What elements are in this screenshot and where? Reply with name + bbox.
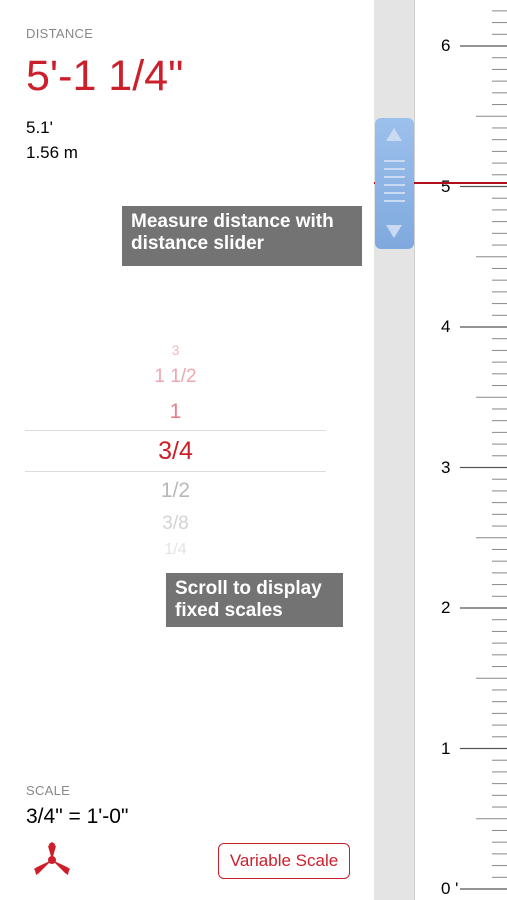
measure-panel: DISTANCE 5'-1 1/4" 5.1' 1.56 m Measure d… bbox=[0, 0, 374, 900]
picker-item[interactable]: 3 bbox=[25, 336, 326, 356]
picker-item[interactable]: 1/4 bbox=[25, 541, 326, 555]
ruler-label: 2 bbox=[441, 598, 453, 618]
ruler-label: 0 ' bbox=[441, 879, 461, 899]
distance-slider-handle[interactable] bbox=[375, 118, 414, 249]
ruler-ticks bbox=[460, 10, 507, 890]
picker-item[interactable]: 3/8 bbox=[25, 513, 326, 535]
ruler: 6 5 4 3 2 1 0 ' bbox=[414, 0, 507, 900]
ruler-label: 4 bbox=[441, 317, 453, 337]
ruler-label: 6 bbox=[441, 36, 453, 56]
picker-selection-top-divider bbox=[25, 430, 326, 431]
scale-value: 3/4" = 1'-0" bbox=[26, 805, 129, 828]
variable-scale-button[interactable]: Variable Scale bbox=[218, 843, 350, 879]
ruler-label: 1 bbox=[441, 738, 453, 759]
tri-blade-logo-icon[interactable] bbox=[33, 842, 71, 883]
distance-meters: 1.56 m bbox=[26, 143, 78, 162]
distance-value: 5'-1 1/4" bbox=[26, 52, 184, 100]
slider-tooltip: Measure distance with distance slider bbox=[122, 206, 362, 266]
ruler-label: 3 bbox=[441, 457, 453, 478]
triangle-up-icon[interactable] bbox=[386, 128, 402, 141]
picker-item-selected[interactable]: 3/4 bbox=[25, 437, 326, 466]
distance-feet-decimal: 5.1' bbox=[26, 118, 53, 137]
picker-item[interactable]: 1 1/2 bbox=[25, 366, 326, 388]
scale-label: SCALE bbox=[26, 783, 71, 798]
picker-selection-bottom-divider bbox=[25, 471, 326, 472]
picker-item[interactable]: 1 bbox=[25, 400, 326, 424]
distance-label: DISTANCE bbox=[26, 26, 94, 41]
triangle-down-icon[interactable] bbox=[386, 225, 402, 238]
ruler-label: 5 bbox=[441, 176, 453, 197]
scroll-tooltip: Scroll to display fixed scales bbox=[166, 573, 343, 627]
picker-item[interactable]: 1/2 bbox=[25, 479, 326, 503]
